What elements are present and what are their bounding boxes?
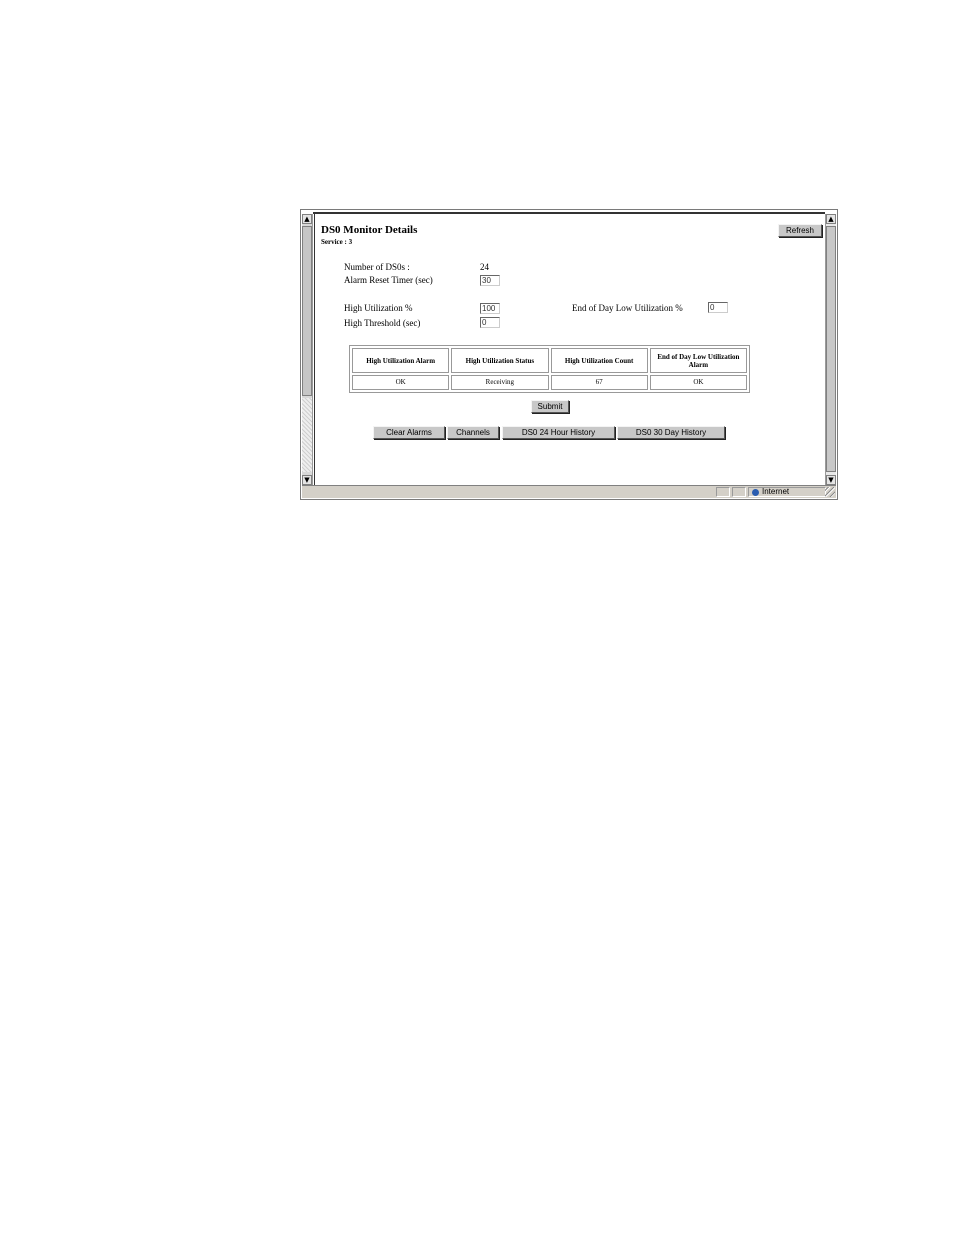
table-header-row: High Utilization Alarm High Utilization … [352,348,747,373]
page-content: DS0 Monitor Details Service : 3 Refresh … [314,214,826,485]
ds0-30-day-history-button[interactable]: DS0 30 Day History [617,426,725,439]
browser-window: ▲ ▼ DS0 Monitor Details Service : 3 Refr… [300,209,838,500]
status-bar: Internet [302,485,836,498]
zone-label: Internet [762,487,790,496]
column-header: High Utilization Alarm [352,348,450,373]
zone-cell: Internet [748,487,826,497]
high-threshold-label: High Threshold (sec) [344,318,421,328]
column-header: High Utilization Status [451,348,549,373]
refresh-button[interactable]: Refresh [778,224,822,237]
scroll-down-arrow-icon[interactable]: ▼ [826,475,836,485]
alarm-reset-timer-input[interactable]: 30 [480,275,500,286]
eod-low-utilization-label: End of Day Low Utilization % [572,303,683,313]
right-scroll-thumb[interactable] [826,226,836,472]
num-ds0s-label: Number of DS0s : [344,262,410,272]
clear-alarms-button[interactable]: Clear Alarms [373,426,445,439]
column-header: High Utilization Count [550,348,648,373]
ds0-24-hour-history-button[interactable]: DS0 24 Hour History [502,426,615,439]
resize-grip-icon[interactable] [825,487,835,497]
status-cell [732,487,746,497]
num-ds0s-value: 24 [480,262,489,272]
scroll-up-arrow-icon[interactable]: ▲ [302,214,312,224]
table-cell: 67 [550,375,648,390]
table-row: OK Receiving 67 OK [352,375,747,390]
right-scrollbar[interactable]: ▲ ▼ [825,214,836,485]
scroll-up-arrow-icon[interactable]: ▲ [826,214,836,224]
scroll-down-arrow-icon[interactable]: ▼ [302,475,312,485]
channels-button[interactable]: Channels [447,426,499,439]
left-scroll-track[interactable] [302,398,312,472]
eod-low-utilization-input[interactable]: 0 [708,302,728,313]
service-label: Service : 3 [321,238,353,246]
table-cell: OK [352,375,450,390]
high-utilization-label: High Utilization % [344,303,413,313]
left-scrollbar[interactable]: ▲ ▼ [302,214,313,485]
alarm-reset-timer-label: Alarm Reset Timer (sec) [344,275,433,285]
status-table: High Utilization Alarm High Utilization … [349,345,750,393]
table-cell: OK [649,375,747,390]
column-header: End of Day Low Utilization Alarm [649,348,747,373]
page-title: DS0 Monitor Details [321,224,418,236]
submit-button[interactable]: Submit [531,400,569,413]
left-scroll-thumb[interactable] [302,226,312,396]
high-threshold-input[interactable]: 0 [480,317,500,328]
globe-icon [752,489,759,496]
high-utilization-input[interactable]: 100 [480,303,500,314]
table-cell: Receiving [451,375,549,390]
status-cell [716,487,730,497]
